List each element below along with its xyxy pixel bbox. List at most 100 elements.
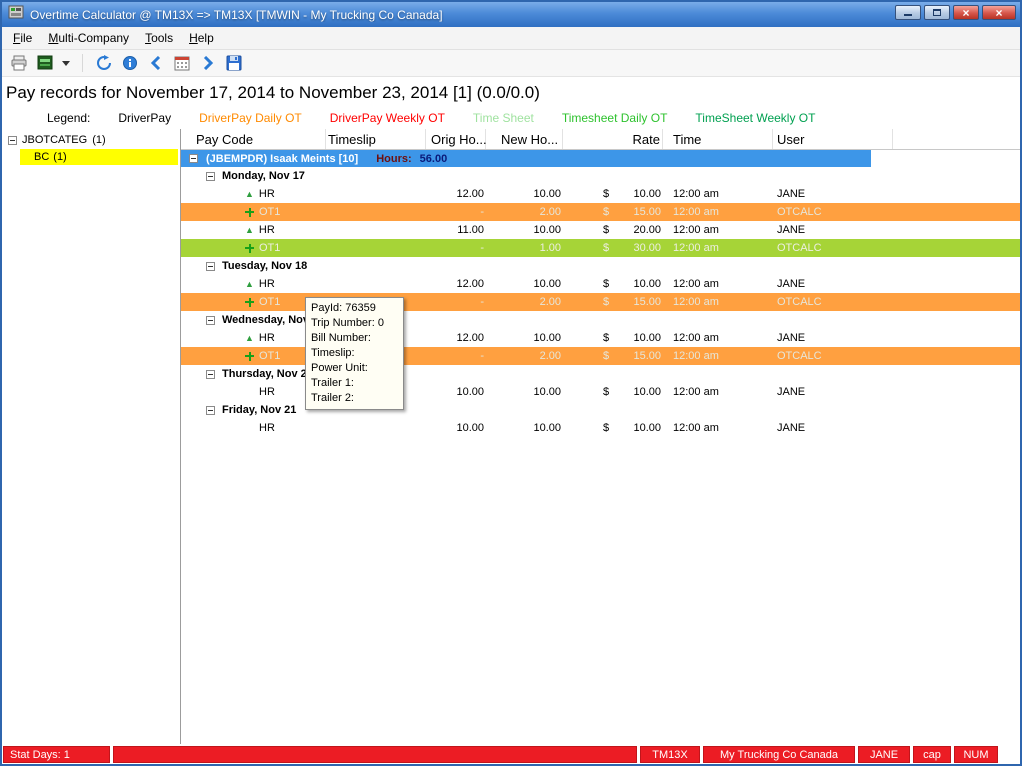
- new-hours-cell: 10.00: [486, 188, 563, 200]
- time-cell: 12:00 am: [663, 332, 773, 344]
- legend-item: TimeSheet Weekly OT: [695, 111, 815, 125]
- time-cell: 12:00 am: [663, 242, 773, 254]
- new-hours-cell: 10.00: [486, 386, 563, 398]
- new-hours-cell: 10.00: [486, 422, 563, 434]
- info-button[interactable]: [119, 52, 141, 74]
- print-button[interactable]: [8, 52, 30, 74]
- legend-label: Legend:: [47, 111, 90, 125]
- export-icon: [37, 55, 53, 71]
- employee-hours-label: Hours:: [376, 153, 411, 165]
- collapse-icon[interactable]: [206, 262, 215, 271]
- pay-code-cell: HR: [259, 386, 275, 398]
- maximize-button[interactable]: [924, 5, 950, 20]
- status-segment: cap: [913, 746, 951, 763]
- toolbar-separator: [82, 54, 83, 72]
- tooltip-line: Bill Number:: [311, 331, 398, 346]
- menu-item-tools[interactable]: Tools: [137, 28, 181, 48]
- status-segment: TM13X: [640, 746, 700, 763]
- menu-item-help[interactable]: Help: [181, 28, 222, 48]
- collapse-icon[interactable]: [206, 316, 215, 325]
- collapse-icon[interactable]: [206, 370, 215, 379]
- day-group-row[interactable]: Tuesday, Nov 18: [181, 257, 1020, 275]
- back-arrow-icon: [150, 56, 162, 70]
- employee-group-row[interactable]: (JBEMPDR) Isaak Meints [10] Hours: 56.00: [181, 150, 871, 167]
- new-hours-cell: 2.00: [486, 350, 563, 362]
- time-cell: 12:00 am: [663, 296, 773, 308]
- collapse-icon[interactable]: [206, 172, 215, 181]
- calendar-icon: [174, 55, 190, 71]
- column-header-new-hours[interactable]: New Ho...: [486, 129, 563, 149]
- new-hours-cell: 10.00: [486, 224, 563, 236]
- export-dropdown-button[interactable]: [60, 52, 72, 74]
- new-hours-cell: 2.00: [486, 296, 563, 308]
- menu-item-multi-company[interactable]: Multi-Company: [40, 28, 137, 48]
- pay-record-row[interactable]: HR10.0010.00$10.0012:00 amJANE: [181, 419, 1020, 437]
- orig-hours-cell: 10.00: [426, 386, 486, 398]
- orig-hours-cell: 10.00: [426, 422, 486, 434]
- currency-symbol: $: [603, 386, 609, 398]
- maximize-icon: [933, 9, 941, 16]
- day-group-row[interactable]: Monday, Nov 17: [181, 167, 1020, 185]
- calendar-button[interactable]: [171, 52, 193, 74]
- close-child-button[interactable]: ×: [953, 5, 979, 20]
- currency-symbol: $: [603, 188, 609, 200]
- refresh-button[interactable]: [93, 52, 115, 74]
- previous-week-button[interactable]: [145, 52, 167, 74]
- rate-cell: $10.00: [563, 188, 663, 200]
- rate-cell: $20.00: [563, 224, 663, 236]
- orig-hours-cell: -: [426, 206, 486, 218]
- user-cell: JANE: [773, 386, 893, 398]
- pay-record-row[interactable]: ▲HR12.0010.00$10.0012:00 amJANE: [181, 185, 1020, 203]
- menu-bar: FileMulti-CompanyToolsHelp: [2, 27, 1020, 50]
- user-cell: OTCALC: [773, 206, 893, 218]
- column-header-time[interactable]: Time: [663, 129, 773, 149]
- rate-cell: $15.00: [563, 206, 663, 218]
- column-header-pay-code[interactable]: Pay Code: [181, 129, 326, 149]
- pay-record-row[interactable]: ▲HR12.0010.00$10.0012:00 amJANE: [181, 275, 1020, 293]
- user-cell: JANE: [773, 422, 893, 434]
- pay-record-row[interactable]: OT1-1.00$30.0012:00 amOTCALC: [181, 239, 1020, 257]
- collapse-icon[interactable]: [206, 406, 215, 415]
- printer-icon: [10, 55, 28, 71]
- column-header-orig-hours[interactable]: Orig Ho...: [426, 129, 486, 149]
- plus-icon: [245, 352, 254, 361]
- pay-record-row[interactable]: ▲HR11.0010.00$20.0012:00 amJANE: [181, 221, 1020, 239]
- new-hours-cell: 10.00: [486, 278, 563, 290]
- employee-hours-value: 56.00: [420, 153, 448, 165]
- column-header-timeslip[interactable]: Timeslip: [326, 129, 426, 149]
- status-bar: Stat Days: 1 TM13XMy Trucking Co CanadaJ…: [2, 744, 1020, 764]
- collapse-icon[interactable]: [8, 136, 17, 145]
- next-week-button[interactable]: [197, 52, 219, 74]
- pay-code-cell: OT1: [259, 296, 280, 308]
- export-button[interactable]: [34, 52, 56, 74]
- pay-record-row[interactable]: OT1-2.00$15.0012:00 amOTCALC: [181, 203, 1020, 221]
- pay-code-cell: OT1: [259, 242, 280, 254]
- pay-records-table: Pay Code Timeslip Orig Ho... New Ho... R…: [181, 129, 1020, 744]
- status-stat-days: Stat Days: 1: [3, 746, 110, 763]
- column-header-user[interactable]: User: [773, 129, 893, 149]
- user-cell: OTCALC: [773, 350, 893, 362]
- app-window: Overtime Calculator @ TM13X => TM13X [TM…: [0, 0, 1022, 766]
- refresh-icon: [96, 55, 112, 71]
- no-icon: [245, 388, 254, 397]
- tree-item-bc[interactable]: BC (1): [20, 149, 178, 165]
- column-header-rate[interactable]: Rate: [563, 129, 663, 149]
- tooltip-line: Trailer 1:: [311, 376, 398, 391]
- forward-arrow-icon: [202, 56, 214, 70]
- collapse-icon[interactable]: [189, 154, 198, 163]
- close-button[interactable]: ×: [982, 5, 1016, 20]
- time-cell: 12:00 am: [663, 224, 773, 236]
- new-hours-cell: 2.00: [486, 206, 563, 218]
- tree-item-jbotcateg[interactable]: JBOTCATEG (1): [2, 132, 180, 148]
- orig-hours-cell: -: [426, 350, 486, 362]
- legend-item: DriverPay Weekly OT: [330, 111, 445, 125]
- title-bar: Overtime Calculator @ TM13X => TM13X [TM…: [2, 2, 1020, 27]
- orig-hours-cell: 12.00: [426, 278, 486, 290]
- menu-item-file[interactable]: File: [5, 28, 40, 48]
- save-button[interactable]: [223, 52, 245, 74]
- legend-items: DriverPayDriverPay Daily OTDriverPay Wee…: [118, 111, 815, 125]
- minimize-button[interactable]: [895, 5, 921, 20]
- rate-cell: $10.00: [563, 332, 663, 344]
- employee-name: (JBEMPDR) Isaak Meints [10]: [206, 153, 358, 165]
- close-icon: ×: [962, 7, 969, 19]
